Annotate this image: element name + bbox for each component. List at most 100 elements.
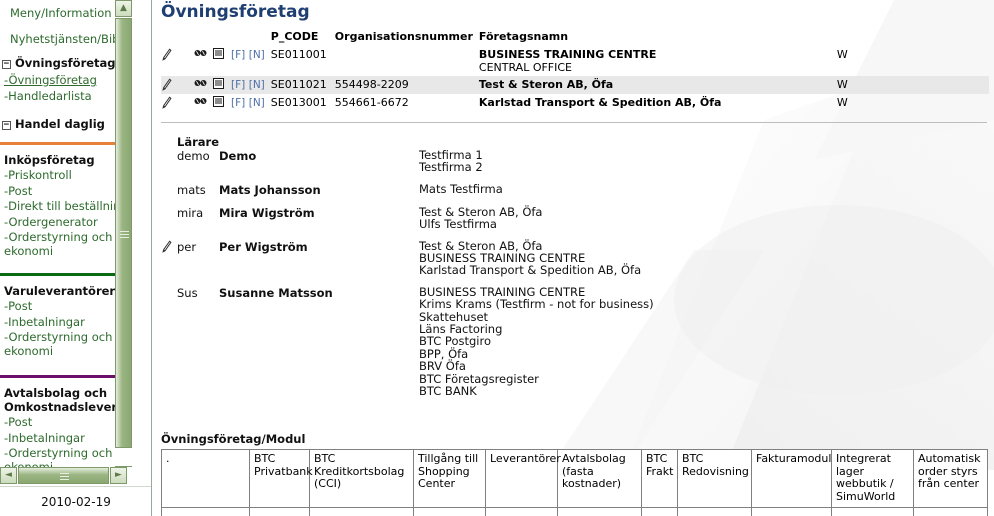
firm-item: BPP, Öfa <box>419 346 469 361</box>
module-cell[interactable] <box>913 507 988 516</box>
teacher-firms: BUSINESS TRAINING CENTRE Krims Krams (Te… <box>419 285 987 407</box>
company-name-line1: BUSINESS TRAINING CENTRE <box>478 48 657 61</box>
collapse-toggle-icon[interactable]: − <box>2 121 11 130</box>
sidebar-horizontal-scrollbar[interactable]: ◄ ► <box>0 467 151 484</box>
sidebar-item-ovningsforetag[interactable]: -Övningsföretag <box>0 73 131 89</box>
cell-status: W <box>836 76 895 94</box>
sidebar-heading-varuleverantorer: Varuleverantörer <box>4 284 116 298</box>
module-cell[interactable] <box>413 507 486 516</box>
sidebar-heading-inkopsforetag: Inköpsföretag <box>4 153 95 167</box>
link-f[interactable]: [F] <box>231 97 245 109</box>
scroll-up-icon[interactable]: ▲ <box>115 0 132 17</box>
teacher-row[interactable]: Sus Susanne Matsson BUSINESS TRAINING CE… <box>161 285 987 407</box>
sidebar-group-ovningsforetag[interactable]: − Övningsföretag <box>0 52 131 73</box>
module-cell[interactable] <box>641 507 678 516</box>
main-content: Övningsföretag P_CODE Organisationsnumme… <box>153 0 994 516</box>
cell-p-code: SE013001 <box>270 96 327 109</box>
module-col-btc-privatbank: BTC Privatbank <box>249 449 313 508</box>
scroll-right-icon[interactable]: ► <box>110 467 127 484</box>
row-links[interactable]: [F] [N] <box>231 94 271 112</box>
teacher-firms: Test & Steron AB, Öfa Ulfs Testfirma <box>419 204 987 240</box>
module-cell[interactable] <box>751 507 832 516</box>
sidebar-item-post-2[interactable]: -Post <box>0 299 131 315</box>
list-icon[interactable] <box>213 46 231 76</box>
link-f[interactable]: [F] <box>231 49 245 61</box>
firm-item: BTC BANK <box>419 384 477 399</box>
module-cell[interactable] <box>557 507 642 516</box>
module-cell[interactable] <box>249 507 310 516</box>
module-col-automatisk-order: Automatisk order styrs från center <box>913 449 988 508</box>
module-cell[interactable] <box>485 507 558 516</box>
teacher-username: Sus <box>177 285 198 300</box>
module-col-dot: . <box>161 449 250 508</box>
sidebar-group-handel-daglig[interactable]: − Handel daglig <box>0 113 131 134</box>
sidebar-group-label: Handel daglig <box>15 117 105 131</box>
firm-item: Skattehuset <box>419 309 489 324</box>
sidebar-item-meny-information[interactable]: Meny/Information <box>0 0 131 26</box>
horizontal-scroll-thumb[interactable] <box>18 467 109 484</box>
glasses-icon[interactable] <box>194 76 213 94</box>
module-body-row[interactable] <box>161 507 988 516</box>
scroll-left-icon[interactable]: ◄ <box>0 467 17 484</box>
firm-item: BTC Postgiro <box>419 334 491 349</box>
sidebar-item-orderstyrning-ekonomi-2[interactable]: -Orderstyrning och ekonomi <box>0 330 131 359</box>
row-links[interactable]: [F] [N] <box>231 76 271 94</box>
module-header-row: . BTC Privatbank BTC Kreditkortsbolag (C… <box>161 449 988 508</box>
collapse-toggle-icon[interactable]: − <box>2 60 11 69</box>
teacher-username: demo <box>177 149 210 163</box>
divider-green <box>0 273 127 276</box>
teacher-row[interactable]: mats Mats Johansson Mats Testfirma <box>161 182 987 206</box>
table-row[interactable]: [F] [N] SE011021 554498-2209 Test & Ster… <box>161 76 989 94</box>
edit-pencil-icon[interactable] <box>161 94 178 112</box>
list-icon[interactable] <box>213 76 231 94</box>
module-cell[interactable] <box>677 507 752 516</box>
cell-orgnr: 554661-6672 <box>334 96 409 109</box>
sidebar-item-post[interactable]: -Post <box>0 184 131 200</box>
cell-orgnr: 554498-2209 <box>334 76 479 94</box>
teacher-row[interactable]: mira Mira Wigström Test & Steron AB, Öfa… <box>161 204 987 240</box>
module-cell[interactable] <box>309 507 414 516</box>
sidebar-item-post-3[interactable]: -Post <box>0 415 131 431</box>
sidebar-item-inbetalningar[interactable]: -Inbetalningar <box>0 315 131 331</box>
scroll-grip-icon <box>60 473 69 480</box>
firm-item: BRV Öfa <box>419 359 466 374</box>
link-n[interactable]: [N] <box>249 97 265 109</box>
sidebar-item-inbetalningar-2[interactable]: -Inbetalningar <box>0 431 131 447</box>
sidebar-item-ordergenerator[interactable]: -Ordergenerator <box>0 215 131 231</box>
teacher-firms: Mats Testfirma <box>419 182 987 206</box>
cell-company-name: Karlstad Transport & Spedition AB, Öfa <box>478 96 722 109</box>
firm-item: Läns Factoring <box>419 322 503 337</box>
edit-pencil-icon[interactable] <box>161 46 178 76</box>
glasses-icon[interactable] <box>194 46 213 76</box>
section-divider <box>161 122 987 123</box>
row-links[interactable]: [F] [N] <box>231 46 271 76</box>
teacher-table: Lärare demo Demo Testfirma 1 Testfirma 2… <box>161 135 987 407</box>
sidebar-group-label: Övningsföretag <box>15 56 116 70</box>
link-n[interactable]: [N] <box>249 49 265 61</box>
vertical-scroll-thumb[interactable] <box>115 18 132 448</box>
divider-orange <box>0 142 127 145</box>
sidebar-vertical-scrollbar[interactable]: ▲ ▼ <box>115 0 132 484</box>
edit-pencil-icon[interactable] <box>161 240 177 286</box>
sidebar-item-direkt-till-bestallning[interactable]: -Direkt till beställning <box>0 199 131 215</box>
module-cell[interactable] <box>831 507 914 516</box>
table-row[interactable]: [F] [N] SE013001 554661-6672 Karlstad Tr… <box>161 94 989 112</box>
sidebar-item-nyhetstjansten[interactable]: Nyhetstjänsten/Bibliot <box>0 26 131 52</box>
module-cell[interactable] <box>161 507 250 516</box>
sidebar-item-handledarlista[interactable]: -Handledarlista <box>0 89 131 105</box>
sidebar-item-priskontroll[interactable]: -Priskontroll <box>0 168 131 184</box>
teacher-row[interactable]: per Per Wigström Test & Steron AB, Öfa B… <box>161 239 987 286</box>
sidebar-item-orderstyrning-ekonomi[interactable]: -Orderstyrning och ekonomi <box>0 230 131 259</box>
list-icon[interactable] <box>213 94 231 112</box>
column-header-orgnr: Organisationsnummer <box>334 30 473 43</box>
teacher-row[interactable]: demo Demo Testfirma 1 Testfirma 2 <box>161 149 987 183</box>
cell-company-name: Test & Steron AB, Öfa <box>478 76 769 94</box>
link-n[interactable]: [N] <box>249 79 265 91</box>
edit-pencil-icon[interactable] <box>161 76 178 94</box>
link-f[interactable]: [F] <box>231 79 245 91</box>
glasses-icon[interactable] <box>194 94 213 112</box>
table-row[interactable]: [F] [N] SE011001 BUSINESS TRAINING CENTR… <box>161 46 989 76</box>
firm-item: Test & Steron AB, Öfa <box>419 204 543 219</box>
teacher-fullname: Demo <box>219 149 257 163</box>
firm-item: Testfirma 1 <box>419 148 483 162</box>
